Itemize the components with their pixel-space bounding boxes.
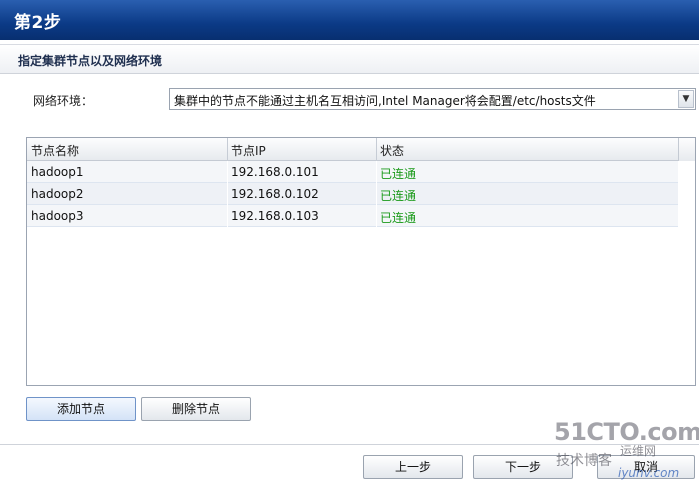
- table-row[interactable]: hadoop2 192.168.0.102 已连通: [27, 183, 678, 205]
- add-node-button[interactable]: 添加节点: [26, 397, 136, 421]
- node-name-cell: hadoop3: [31, 209, 84, 223]
- node-table: 节点名称 节点IP 状态 hadoop1 192.168.0.101 已连通 h…: [26, 137, 696, 386]
- column-header-ip[interactable]: 节点IP: [231, 142, 266, 159]
- step-title: 第2步: [14, 13, 62, 33]
- node-status-cell: 已连通: [380, 211, 417, 225]
- scrollbar-header: [678, 138, 695, 161]
- column-divider[interactable]: [227, 138, 228, 161]
- node-ip-cell: 192.168.0.103: [231, 209, 319, 223]
- network-env-select[interactable]: 集群中的节点不能通过主机名互相访问,Intel Manager将会配置/etc/…: [169, 88, 696, 110]
- column-divider[interactable]: [376, 138, 377, 161]
- cell-divider: [227, 183, 228, 205]
- node-name-cell: hadoop2: [31, 187, 84, 201]
- column-header-status[interactable]: 状态: [380, 142, 404, 159]
- cancel-button[interactable]: 取消: [597, 455, 695, 479]
- cell-divider: [227, 161, 228, 183]
- network-env-value: 集群中的节点不能通过主机名互相访问,Intel Manager将会配置/etc/…: [174, 94, 596, 108]
- next-step-button[interactable]: 下一步: [473, 455, 573, 479]
- cell-divider: [227, 205, 228, 227]
- node-ip-cell: 192.168.0.101: [231, 165, 319, 179]
- watermark-site: 51CTO.com: [554, 418, 699, 446]
- section-header: 指定集群节点以及网络环境: [0, 44, 699, 74]
- cell-divider: [376, 161, 377, 183]
- network-env-label: 网络环境：: [33, 94, 94, 108]
- table-row[interactable]: hadoop3 192.168.0.103 已连通: [27, 205, 678, 227]
- cell-divider: [376, 205, 377, 227]
- node-status-cell: 已连通: [380, 189, 417, 203]
- node-ip-cell: 192.168.0.102: [231, 187, 319, 201]
- cell-divider: [376, 183, 377, 205]
- table-header: 节点名称 节点IP 状态: [27, 138, 695, 161]
- wizard-header: 第2步: [0, 0, 699, 40]
- node-status-cell: 已连通: [380, 167, 417, 181]
- node-name-cell: hadoop1: [31, 165, 84, 179]
- delete-node-button[interactable]: 删除节点: [141, 397, 251, 421]
- table-row[interactable]: hadoop1 192.168.0.101 已连通: [27, 161, 678, 183]
- section-title: 指定集群节点以及网络环境: [18, 54, 163, 68]
- footer-divider: [0, 444, 699, 445]
- column-header-name[interactable]: 节点名称: [31, 142, 79, 159]
- prev-step-button[interactable]: 上一步: [363, 455, 463, 479]
- chevron-down-icon[interactable]: ▼: [678, 90, 694, 108]
